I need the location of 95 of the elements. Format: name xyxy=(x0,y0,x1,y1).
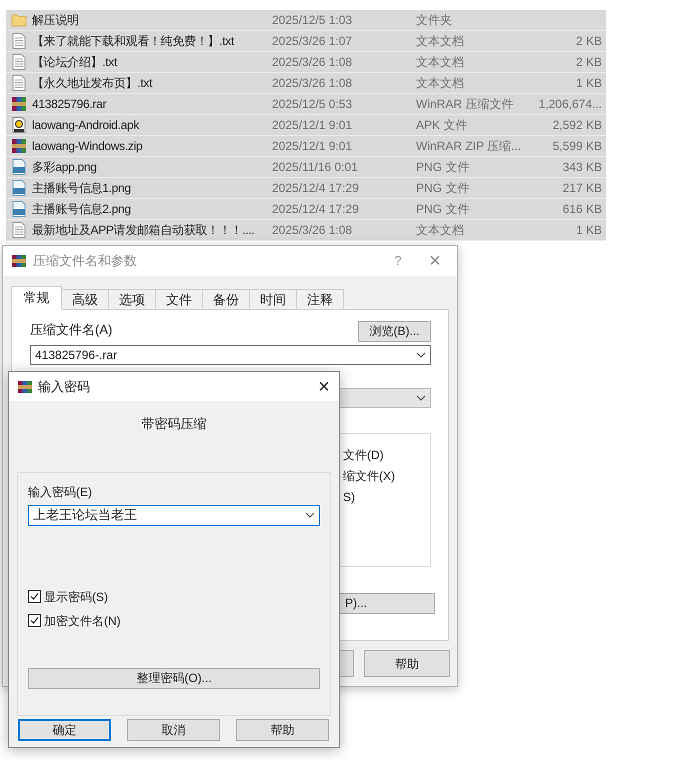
document-icon xyxy=(12,33,26,49)
file-size: 1 KB xyxy=(576,75,602,92)
file-type: 文本文档 xyxy=(416,222,465,239)
file-name: 【论坛介绍】.txt xyxy=(32,54,118,71)
file-name: 主播账号信息2.png xyxy=(32,201,132,218)
file-row[interactable]: 【永久地址发布页】.txt 2025/3/26 1:08 文本文档 1 KB xyxy=(6,73,606,94)
file-size: 5,599 KB xyxy=(552,138,602,155)
folder-icon xyxy=(11,12,27,28)
help-button[interactable]: 帮助 xyxy=(364,650,450,677)
caret-icon xyxy=(416,394,426,400)
file-date: 2025/12/5 0:53 xyxy=(272,96,354,113)
password-field[interactable]: 上老王论坛当老王 xyxy=(28,504,320,526)
file-date: 2025/3/26 1:08 xyxy=(272,75,354,92)
tab[interactable]: 常规 xyxy=(11,286,62,310)
file-row[interactable]: 【论坛介绍】.txt 2025/3/26 1:08 文本文档 2 KB xyxy=(6,52,606,73)
browse-button[interactable]: 浏览(B)... xyxy=(358,320,431,342)
file-date: 2025/12/1 9:01 xyxy=(272,117,354,134)
file-row[interactable]: 413825796.rar 2025/12/5 0:53 WinRAR 压缩文件 1,206,674... xyxy=(6,94,606,115)
dialog-heading: 带密码压缩 xyxy=(142,415,206,433)
file-date: 2025/11/16 0:01 xyxy=(272,159,359,176)
tab[interactable]: 注释 xyxy=(296,289,344,310)
file-type: WinRAR ZIP 压缩... xyxy=(416,138,522,155)
archive-name-field[interactable]: 413825796-.rar xyxy=(30,344,431,364)
file-row[interactable]: 多彩app.png 2025/11/16 0:01 PNG 文件 343 KB xyxy=(6,157,606,178)
file-type: PNG 文件 xyxy=(416,201,470,218)
file-date: 2025/12/4 17:29 xyxy=(272,201,360,218)
package-icon xyxy=(12,117,26,133)
file-type: PNG 文件 xyxy=(416,159,470,176)
dropdown-field[interactable] xyxy=(338,388,431,408)
image-file-icon xyxy=(12,180,26,196)
dialog-button[interactable]: 确定 xyxy=(18,718,111,740)
file-size: 1,206,674... xyxy=(538,96,602,113)
file-name: 解压说明 xyxy=(32,12,80,29)
file-date: 2025/12/4 17:29 xyxy=(272,180,360,197)
checkbox[interactable] xyxy=(28,614,41,627)
file-name: 413825796.rar xyxy=(32,96,108,113)
checkbox[interactable] xyxy=(28,590,41,603)
books-icon xyxy=(11,96,27,112)
window-title: 压缩文件名和参数 xyxy=(33,252,138,270)
close-button[interactable]: × xyxy=(309,376,339,396)
window-title: 输入密码 xyxy=(38,378,91,396)
image-file-icon xyxy=(12,159,26,175)
file-row[interactable]: laowang-Android.apk 2025/12/1 9:01 APK 文件 2,592 KB xyxy=(6,115,606,136)
books-icon xyxy=(11,138,27,154)
document-icon xyxy=(12,75,26,91)
file-size: 2,592 KB xyxy=(552,117,602,134)
app-icon xyxy=(11,253,27,269)
dialog-button[interactable]: 取消 xyxy=(127,718,220,740)
file-size: 343 KB xyxy=(562,159,602,176)
file-type: APK 文件 xyxy=(416,117,468,134)
document-icon xyxy=(12,54,26,70)
file-size: 1 KB xyxy=(576,222,602,239)
file-date: 2025/12/1 9:01 xyxy=(272,138,354,155)
file-date: 2025/3/26 1:08 xyxy=(272,222,354,239)
document-icon xyxy=(12,222,26,238)
image-file-icon xyxy=(12,201,26,217)
file-size: 2 KB xyxy=(576,54,602,71)
checkbox-label: 加密文件名(N) xyxy=(44,612,121,630)
close-button[interactable]: × xyxy=(413,251,457,271)
file-size: 217 KB xyxy=(562,180,602,197)
file-row[interactable]: 解压说明 2025/12/5 1:03 文件夹 xyxy=(6,10,606,31)
file-name: 【来了就能下载和观看！纯免费！】.txt xyxy=(32,33,236,50)
app-icon xyxy=(17,378,33,394)
file-date: 2025/3/26 1:08 xyxy=(272,54,354,71)
file-row[interactable]: 最新地址及APP请发邮箱自动获取！！！.... 2025/3/26 1:08 文本文档 1 KB xyxy=(6,220,606,241)
option-label: 文件(D) xyxy=(343,446,385,464)
file-row[interactable]: 主播账号信息1.png 2025/12/4 17:29 PNG 文件 217 KB xyxy=(6,178,606,199)
option-label: 缩文件(X) xyxy=(343,468,396,484)
field-label: 输入密码(E) xyxy=(28,484,93,500)
field-label: 压缩文件名(A) xyxy=(30,321,112,339)
file-size: 616 KB xyxy=(562,201,602,218)
file-name: 多彩app.png xyxy=(32,159,98,176)
file-row[interactable]: laowang-Windows.zip 2025/12/1 9:01 WinRAR ZIP 压缩... 5,599 KB xyxy=(6,136,606,157)
file-name: 最新地址及APP请发邮箱自动获取！！！.... xyxy=(32,222,256,239)
option-label: S) xyxy=(343,488,356,506)
file-name: 【永久地址发布页】.txt xyxy=(32,75,154,92)
caret-icon xyxy=(305,512,315,518)
file-type: 文本文档 xyxy=(416,75,465,92)
organize-passwords-button[interactable]: 整理密码(O)... xyxy=(28,668,320,688)
dialog-button[interactable]: 帮助 xyxy=(236,718,329,740)
file-row[interactable]: 【来了就能下载和观看！纯免费！】.txt 2025/3/26 1:07 文本文档 2 KB xyxy=(6,31,606,52)
file-type: 文件夹 xyxy=(416,12,453,29)
file-name: laowang-Windows.zip xyxy=(32,138,144,155)
file-name: laowang-Android.apk xyxy=(32,117,140,134)
file-type: WinRAR 压缩文件 xyxy=(416,96,514,113)
file-row[interactable]: 主播账号信息2.png 2025/12/4 17:29 PNG 文件 616 KB xyxy=(6,199,606,220)
caret-icon xyxy=(416,352,426,358)
file-type: 文本文档 xyxy=(416,54,465,71)
checkbox-label: 显示密码(S) xyxy=(44,588,108,606)
file-size: 2 KB xyxy=(576,33,602,50)
file-date: 2025/3/26 1:07 xyxy=(272,33,354,50)
file-date: 2025/12/5 1:03 xyxy=(272,12,354,29)
file-type: PNG 文件 xyxy=(416,180,470,197)
file-name: 主播账号信息1.png xyxy=(32,180,132,197)
file-type: 文本文档 xyxy=(416,33,465,50)
